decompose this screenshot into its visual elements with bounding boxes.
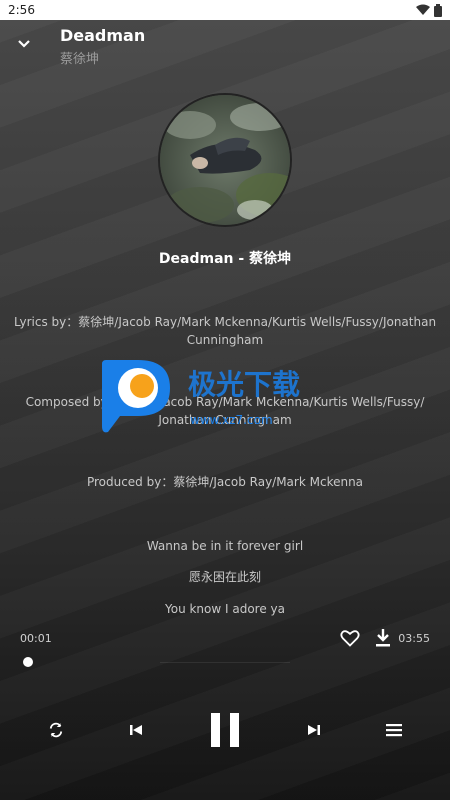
collapse-button[interactable] [12, 32, 36, 56]
song-artist: 蔡徐坤 [60, 52, 100, 67]
song-title: Deadman [60, 26, 146, 45]
lyrics-credit-composers: Composed by：蔡徐坤/Jacob Ray/Mark Mckenna/K… [0, 393, 450, 429]
next-button[interactable] [302, 718, 326, 742]
repeat-icon [49, 722, 63, 738]
previous-icon [130, 725, 142, 735]
previous-button[interactable] [124, 718, 148, 742]
next-icon [308, 725, 320, 735]
playback-controls [0, 700, 450, 760]
lyric-line: Lyrics by：蔡徐坤/Jacob Ray/Mark Mckenna/Kur… [13, 315, 437, 329]
pause-button[interactable] [205, 708, 245, 752]
heart-icon [340, 630, 360, 647]
lyrics-credit-producers: Produced by：蔡徐坤/Jacob Ray/Mark Mckenna [0, 473, 450, 491]
lyric-line-3: You know I adore ya [164, 602, 285, 616]
status-bar: 2:56 [0, 0, 450, 20]
lyric-line: Composed by：蔡徐坤/Jacob Ray/Mark Mckenna/K… [25, 395, 425, 409]
current-time: 00:01 [20, 632, 52, 645]
track-name: Deadman - 蔡徐坤 [158, 251, 292, 267]
chevron-down-icon [18, 40, 30, 48]
lyric-line: Jonathan Cunningham [158, 413, 292, 427]
repeat-button[interactable] [44, 718, 68, 742]
battery-icon [434, 3, 442, 17]
status-icons [416, 3, 442, 17]
status-time: 2:56 [8, 3, 35, 17]
lyric-line-2: 愿永困在此刻 [188, 570, 261, 584]
favorite-button[interactable] [340, 628, 362, 650]
download-icon [376, 629, 390, 647]
lyric-line: Produced by：蔡徐坤/Jacob Ray/Mark Mckenna [86, 475, 364, 489]
progress-bar-track [160, 662, 290, 663]
player-header: Deadman 蔡徐坤 [0, 20, 450, 70]
pause-icon [211, 713, 239, 747]
progress-thumb[interactable] [23, 657, 33, 667]
wifi-icon [416, 4, 430, 15]
playlist-icon [386, 724, 402, 737]
lyric-line-1: Wanna be in it forever girl [146, 539, 304, 553]
lyrics-credit-lyricists: Lyrics by：蔡徐坤/Jacob Ray/Mark Mckenna/Kur… [0, 313, 450, 349]
album-art[interactable] [158, 93, 292, 227]
download-button[interactable] [374, 628, 394, 650]
playlist-button[interactable] [382, 718, 406, 742]
duration: 03:55 [398, 632, 430, 645]
album-cover-image [160, 95, 290, 225]
lyric-line: Cunningham [186, 333, 264, 347]
